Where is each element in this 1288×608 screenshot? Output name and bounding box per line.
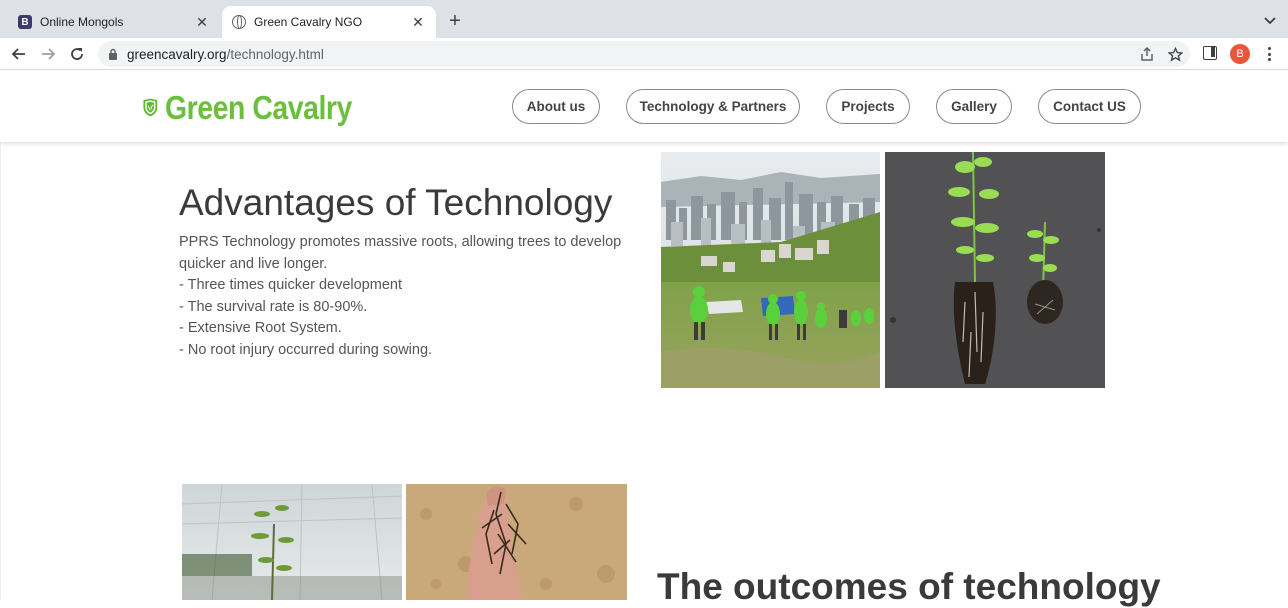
share-icon[interactable] [1138,45,1156,63]
address-bar[interactable]: greencavalry.org/technology.html [98,41,1190,67]
tab-title: Online Mongols [40,15,124,29]
url-domain: greencavalry.org [127,47,227,62]
tab-title: Green Cavalry NGO [254,15,363,29]
photo-seedling-roots [885,152,1105,388]
advantages-heading: Advantages of Technology [179,182,613,223]
reload-icon [71,48,83,60]
close-tab-icon[interactable]: ✕ [194,14,210,30]
arrow-right-icon [42,48,56,60]
arrow-left-icon [11,48,25,60]
advantages-intro: PPRS Technology promotes massive roots, … [179,234,622,272]
forward-button[interactable] [36,42,60,66]
lock-icon [109,48,117,60]
advantage-point: - The survival rate is 80-90%. [179,298,368,315]
profile-avatar[interactable]: B [1230,44,1250,64]
close-tab-icon[interactable]: ✕ [410,14,426,30]
nav-gallery[interactable]: Gallery [936,89,1012,124]
browser-tab-bar: B Online Mongols ✕ Green Cavalry NGO ✕ + [0,0,1288,38]
back-button[interactable] [7,42,31,66]
site-header: Green Cavalry About us Technology & Part… [0,71,1288,142]
browser-toolbar: greencavalry.org/technology.html B [0,38,1288,70]
page-content: Advantages of Technology PPRS Technology… [0,142,1288,607]
nav-projects[interactable]: Projects [826,89,910,124]
bookmark-star-icon[interactable] [1166,45,1184,63]
nav-contact-us[interactable]: Contact US [1038,89,1141,124]
site-logo[interactable]: Green Cavalry [142,80,382,135]
new-tab-button[interactable]: + [444,10,466,32]
nav-about-us[interactable]: About us [512,89,600,124]
globe-icon [232,15,246,29]
logo-text: Green Cavalry [164,88,352,126]
shield-leaf-logo-icon [143,98,158,117]
url-path: /technology.html [226,47,324,62]
tab-online-mongols[interactable]: B Online Mongols ✕ [8,6,220,38]
advantage-point: - No root injury occurred during sowing. [179,341,433,358]
advantage-point: - Three times quicker development [179,277,402,293]
browser-menu-icon[interactable] [1259,44,1279,64]
photo-volunteers-planting [661,152,880,388]
chevron-down-icon[interactable] [1262,12,1278,28]
advantages-text: PPRS Technology promotes massive roots, … [179,232,639,361]
url-text[interactable]: greencavalry.org/technology.html [127,47,324,62]
bootstrap-icon: B [18,15,32,29]
advantage-point: - Extensive Root System. [179,320,342,336]
outcomes-heading: The outcomes of technology [657,566,1161,607]
nav-technology-partners[interactable]: Technology & Partners [626,89,800,124]
reload-button[interactable] [65,42,89,66]
tab-green-cavalry[interactable]: Green Cavalry NGO ✕ [222,6,436,38]
side-panel-icon[interactable] [1203,46,1217,60]
photo-hand-roots [406,484,627,600]
photo-greenhouse-sapling [182,484,402,600]
